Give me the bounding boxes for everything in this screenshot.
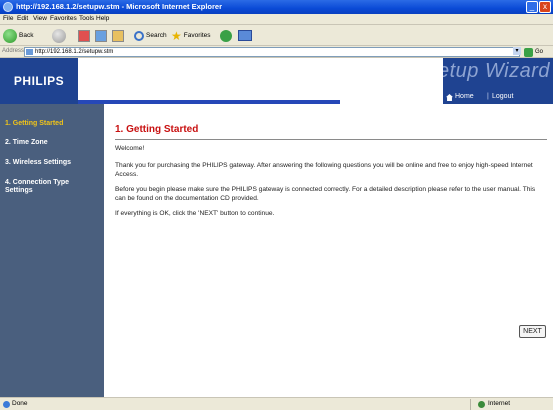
intro-paragraph: Thank you for purchasing the PHILIPS gat… bbox=[115, 162, 533, 178]
status-divider bbox=[470, 399, 471, 410]
sidebar-item-wireless-settings[interactable]: 3. Wireless Settings bbox=[5, 159, 101, 167]
minimize-button[interactable]: _ bbox=[526, 1, 538, 13]
refresh-button[interactable] bbox=[95, 28, 107, 43]
sidebar-item-connection-type-settings[interactable]: 4. Connection Type Settings bbox=[5, 179, 85, 195]
media-button[interactable] bbox=[220, 28, 232, 43]
search-button[interactable]: Search bbox=[134, 28, 167, 43]
address-url: http://192.168.1.2/setupw.stm bbox=[35, 49, 114, 55]
internet-zone-icon bbox=[478, 401, 485, 408]
page-done-icon bbox=[3, 401, 10, 408]
back-label: Back bbox=[19, 32, 34, 39]
page-heading: 1. Getting Started bbox=[115, 124, 199, 135]
close-button[interactable]: x bbox=[539, 1, 551, 13]
home-button[interactable] bbox=[112, 28, 124, 43]
home-link[interactable]: Home bbox=[455, 93, 474, 100]
favorites-label: Favorites bbox=[183, 32, 211, 39]
back-arrow-icon bbox=[3, 28, 17, 43]
menu-file[interactable]: File bbox=[3, 15, 13, 22]
favorites-button[interactable]: ★ Favorites bbox=[171, 28, 211, 43]
sidebar-item-getting-started[interactable]: 1. Getting Started bbox=[5, 120, 101, 128]
home-icon bbox=[112, 29, 124, 42]
next-button[interactable]: NEXT bbox=[519, 325, 546, 338]
browser-window: http://192.168.1.2/setupw.stm - Microsof… bbox=[0, 0, 553, 410]
home-nav-icon bbox=[446, 94, 453, 101]
menu-bar: File Edit View Favorites Tools Help bbox=[0, 14, 553, 25]
forward-button[interactable] bbox=[52, 28, 66, 43]
address-input[interactable]: http://192.168.1.2/setupw.stm bbox=[24, 47, 520, 57]
menu-favorites[interactable]: Favorites bbox=[50, 15, 77, 22]
zone-text: Internet bbox=[488, 400, 511, 407]
menu-tools[interactable]: Tools bbox=[79, 15, 94, 22]
menu-help[interactable]: Help bbox=[96, 15, 109, 22]
media-icon bbox=[220, 29, 232, 42]
favorites-star-icon: ★ bbox=[171, 28, 182, 43]
stop-icon bbox=[78, 29, 90, 42]
go-arrow-icon bbox=[524, 47, 533, 57]
philips-logo: PHILIPS bbox=[0, 58, 78, 104]
setup-wizard-title: Setup Wizard bbox=[443, 60, 550, 82]
address-bar: Address http://192.168.1.2/setupw.stm ▾ … bbox=[0, 46, 553, 58]
heading-divider bbox=[115, 139, 547, 140]
sidebar-item-time-zone[interactable]: 2. Time Zone bbox=[5, 139, 101, 147]
search-icon bbox=[134, 30, 144, 41]
toolbar: Back Search ★ Favorites bbox=[0, 25, 553, 46]
address-label: Address bbox=[2, 48, 25, 54]
main-content: 1. Getting Started Welcome! Thank you fo… bbox=[104, 104, 553, 397]
setup-wizard-banner: Setup Wizard bbox=[443, 58, 553, 92]
continue-paragraph: If everything is OK, click the 'NEXT' bu… bbox=[115, 210, 275, 217]
page-viewport: PHILIPS Setup Wizard Home | Logout 1. Ge… bbox=[0, 58, 553, 397]
page-icon bbox=[26, 49, 33, 55]
window-title: http://192.168.1.2/setupw.stm - Microsof… bbox=[16, 2, 223, 11]
wizard-sidebar: 1. Getting Started 2. Time Zone 3. Wirel… bbox=[0, 104, 104, 397]
go-label: Go bbox=[535, 49, 544, 55]
status-bar: Done Internet bbox=[0, 397, 553, 410]
ie-logo-icon bbox=[3, 2, 13, 12]
logo-text: PHILIPS bbox=[13, 74, 65, 88]
status-text: Done bbox=[12, 400, 28, 407]
search-label: Search bbox=[146, 32, 167, 39]
welcome-text: Welcome! bbox=[115, 145, 145, 152]
refresh-icon bbox=[95, 29, 107, 42]
page-header: PHILIPS Setup Wizard Home | Logout bbox=[0, 58, 553, 104]
title-bar: http://192.168.1.2/setupw.stm - Microsof… bbox=[0, 0, 553, 14]
menu-edit[interactable]: Edit bbox=[17, 15, 28, 22]
stop-button[interactable] bbox=[78, 28, 90, 43]
mail-icon bbox=[238, 30, 252, 41]
logout-link[interactable]: Logout bbox=[492, 93, 513, 100]
go-button[interactable]: Go bbox=[524, 47, 543, 57]
mail-button[interactable] bbox=[238, 28, 252, 43]
check-paragraph: Before you begin please make sure the PH… bbox=[115, 186, 536, 202]
address-dropdown-icon[interactable]: ▾ bbox=[513, 47, 521, 55]
top-nav: Home | Logout bbox=[443, 92, 553, 104]
menu-view[interactable]: View bbox=[33, 15, 47, 22]
forward-arrow-icon bbox=[52, 28, 66, 43]
back-button[interactable]: Back bbox=[3, 28, 33, 43]
